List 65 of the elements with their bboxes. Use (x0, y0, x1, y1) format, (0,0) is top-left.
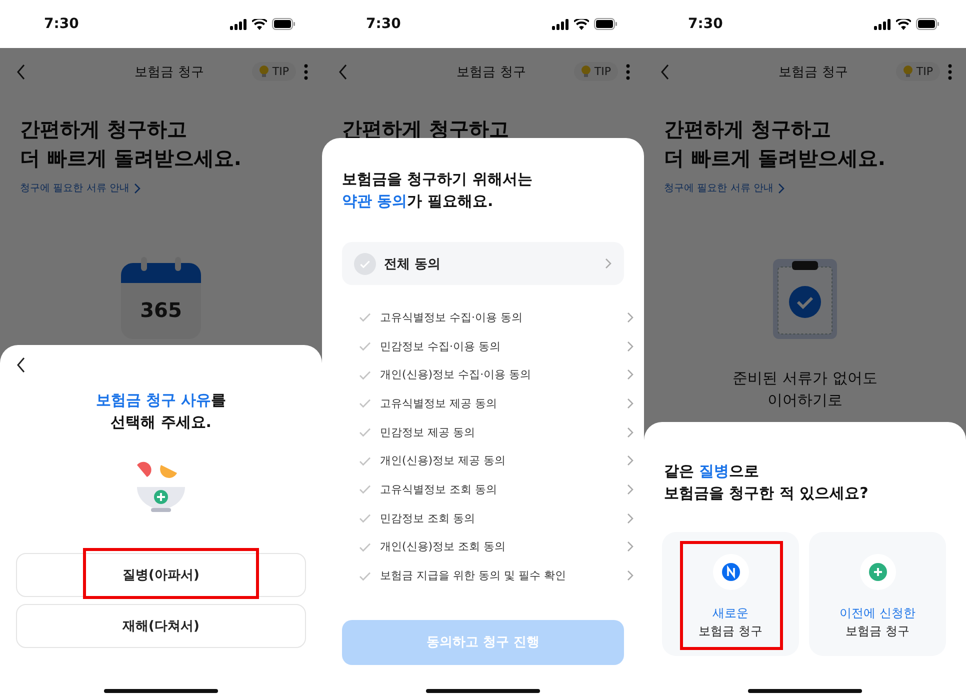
claim-option-card[interactable]: 새로운 보험금 청구 (662, 532, 799, 656)
chevron-right-icon (627, 512, 634, 524)
page-title: 보험금 청구 (456, 64, 527, 80)
reason-option[interactable]: 재해(다쳐서) (16, 604, 306, 648)
back-icon[interactable] (660, 64, 670, 80)
tip-button[interactable]: TIP (252, 62, 296, 81)
chevron-right-icon (627, 398, 634, 409)
chevron-right-icon (627, 541, 634, 552)
more-icon[interactable] (948, 64, 952, 80)
battery-icon (594, 18, 618, 30)
page-title: 보험금 청구 (778, 64, 849, 80)
terms-item[interactable]: 보험금 지급을 위한 동의 및 필수 확인 (380, 568, 619, 584)
chevron-right-icon (134, 182, 141, 194)
tip-button[interactable]: TIP (574, 62, 618, 81)
headline: 간편하게 청구하고 (342, 116, 510, 143)
wifi-icon (574, 18, 589, 30)
headline: 간편하게 청구하고 더 빠르게 돌려받으세요. (664, 116, 887, 172)
chevron-right-icon (627, 340, 634, 352)
agree-all-row[interactable]: 전체 동의 (342, 242, 624, 285)
n-badge-icon (722, 563, 740, 581)
terms-item[interactable]: 고유식별정보 수집·이용 동의 (380, 310, 619, 325)
signal-icon (552, 18, 569, 30)
headline: 간편하게 청구하고 더 빠르게 돌려받으세요. (20, 116, 243, 172)
terms-item[interactable]: 고유식별정보 제공 동의 (380, 396, 619, 411)
sheet-title: 같은 질병으로 보험금을 청구한 적 있으세요? (664, 461, 870, 504)
back-icon[interactable] (16, 64, 26, 80)
terms-item[interactable]: 민감정보 조회 동의 (380, 510, 619, 526)
tip-button[interactable]: TIP (896, 62, 940, 81)
terms-item[interactable]: 민감정보 수집·이용 동의 (380, 338, 619, 354)
chevron-right-icon (627, 312, 634, 323)
back-icon[interactable] (338, 64, 348, 80)
terms-item[interactable]: 개인(신용)정보 제공 동의 (380, 453, 619, 468)
chevron-right-icon (627, 426, 634, 438)
chevron-right-icon (778, 182, 785, 194)
plus-icon (868, 563, 886, 581)
more-icon[interactable] (304, 64, 308, 80)
battery-icon (916, 18, 940, 30)
signal-icon (230, 18, 247, 30)
terms-item[interactable]: 고유식별정보 조회 동의 (380, 482, 619, 497)
chevron-right-icon (627, 369, 634, 380)
status-time: 7:30 (44, 16, 79, 32)
sheet-title: 보험금 청구 사유를 선택해 주세요. (94, 390, 228, 433)
status-time: 7:30 (366, 16, 401, 32)
lightbulb-icon (259, 65, 270, 78)
terms-item[interactable]: 개인(신용)정보 수집·이용 동의 (380, 367, 619, 382)
wifi-icon (252, 18, 267, 30)
chevron-right-icon (627, 570, 634, 582)
claim-option-card[interactable]: 이전에 신청한 보험금 청구 (809, 532, 946, 656)
sheet-title: 보험금을 청구하기 위해서는 약관 동의가 필요해요. (342, 169, 534, 212)
wifi-icon (896, 18, 911, 30)
terms-item[interactable]: 개인(신용)정보 조회 동의 (380, 539, 619, 554)
signal-icon (874, 18, 891, 30)
page-title: 보험금 청구 (134, 64, 205, 80)
check-icon[interactable] (359, 258, 371, 270)
chevron-right-icon (627, 455, 634, 466)
chevron-right-icon (627, 484, 634, 495)
chevron-right-icon (605, 258, 612, 269)
battery-icon (272, 18, 296, 30)
clipboard-check-icon (772, 257, 838, 341)
status-time: 7:30 (688, 16, 723, 32)
more-icon[interactable] (626, 64, 630, 80)
illustration-caption: 준비된 서류가 없어도 이어하기로 (732, 368, 878, 411)
terms-item[interactable]: 민감정보 제공 동의 (380, 424, 619, 440)
lightbulb-icon (581, 65, 592, 78)
lightbulb-icon (903, 65, 914, 78)
